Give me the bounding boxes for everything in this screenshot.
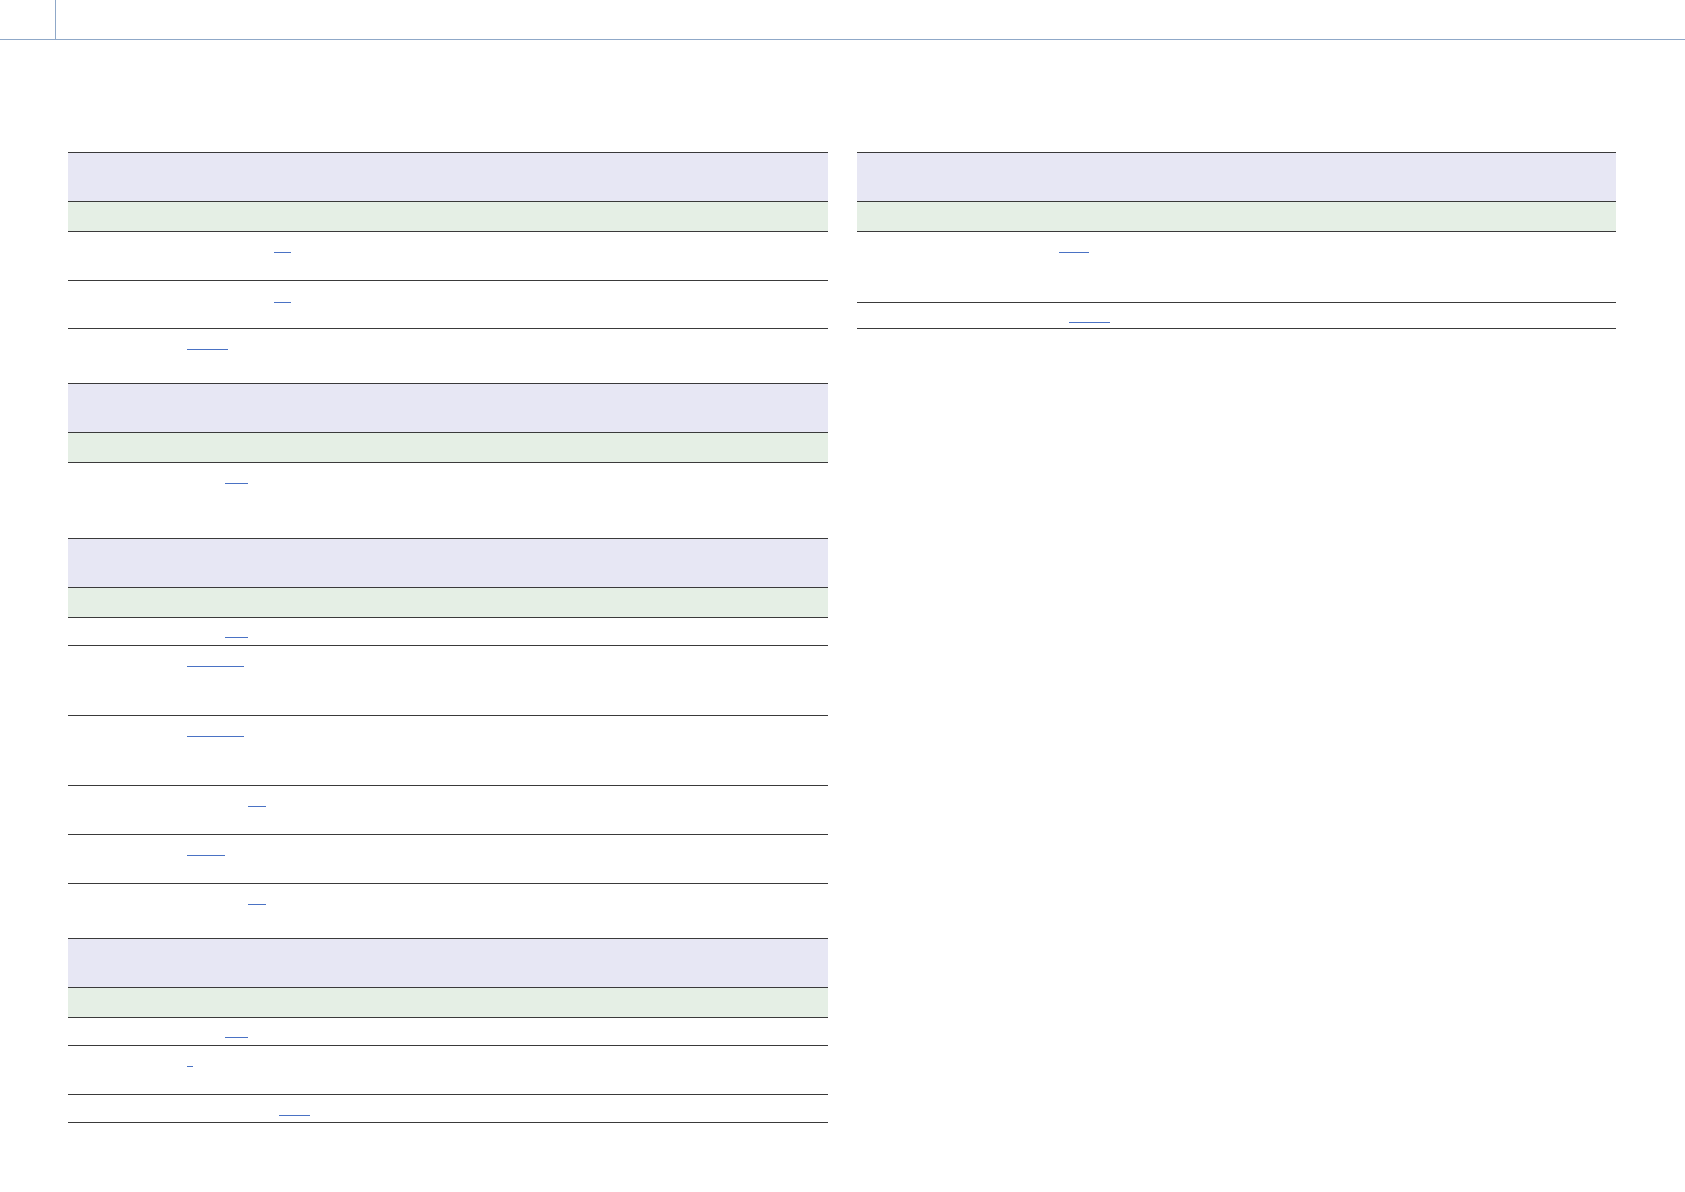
top-bar-tab[interactable] — [0, 0, 56, 40]
page-link[interactable] — [187, 1066, 193, 1067]
table-row — [68, 645, 828, 715]
section-subheader — [68, 587, 828, 617]
page-link[interactable] — [1059, 252, 1089, 253]
table-row — [68, 785, 828, 834]
table-row — [857, 231, 1616, 302]
page-link[interactable] — [225, 483, 248, 484]
page-link[interactable] — [187, 349, 228, 350]
section-header — [68, 938, 828, 987]
section-header — [68, 152, 828, 201]
left-column — [68, 152, 828, 1123]
settings-section — [68, 383, 828, 538]
table-row — [68, 328, 828, 383]
table-row — [68, 1017, 828, 1045]
section-subheader — [68, 987, 828, 1017]
table-row — [68, 834, 828, 883]
section-header — [68, 383, 828, 432]
settings-section — [68, 938, 828, 1123]
page-link[interactable] — [225, 637, 248, 638]
settings-section — [857, 152, 1616, 329]
page-link[interactable] — [274, 252, 291, 253]
page-link[interactable] — [187, 736, 244, 737]
page-link[interactable] — [187, 666, 244, 667]
table-row — [68, 1045, 828, 1094]
settings-section — [68, 538, 828, 938]
table-row — [68, 1094, 828, 1123]
section-subheader — [857, 201, 1616, 231]
page-footer — [0, 1182, 1685, 1192]
section-header — [857, 152, 1616, 201]
section-subheader — [68, 201, 828, 231]
settings-section — [68, 152, 828, 383]
section-subheader — [68, 432, 828, 462]
table-row — [68, 617, 828, 645]
table-row — [68, 883, 828, 938]
page-link[interactable] — [248, 904, 266, 905]
right-column — [857, 152, 1616, 329]
page-link[interactable] — [248, 806, 266, 807]
page-link[interactable] — [1069, 322, 1110, 323]
table-row — [68, 462, 828, 538]
page-link[interactable] — [274, 302, 291, 303]
top-bar — [0, 0, 1685, 40]
page-link[interactable] — [225, 1037, 248, 1038]
page-link[interactable] — [187, 855, 225, 856]
table-row — [857, 302, 1616, 329]
table-row — [68, 231, 828, 280]
section-header — [68, 538, 828, 587]
page-link[interactable] — [279, 1115, 310, 1116]
table-row — [68, 280, 828, 328]
table-row — [68, 715, 828, 785]
